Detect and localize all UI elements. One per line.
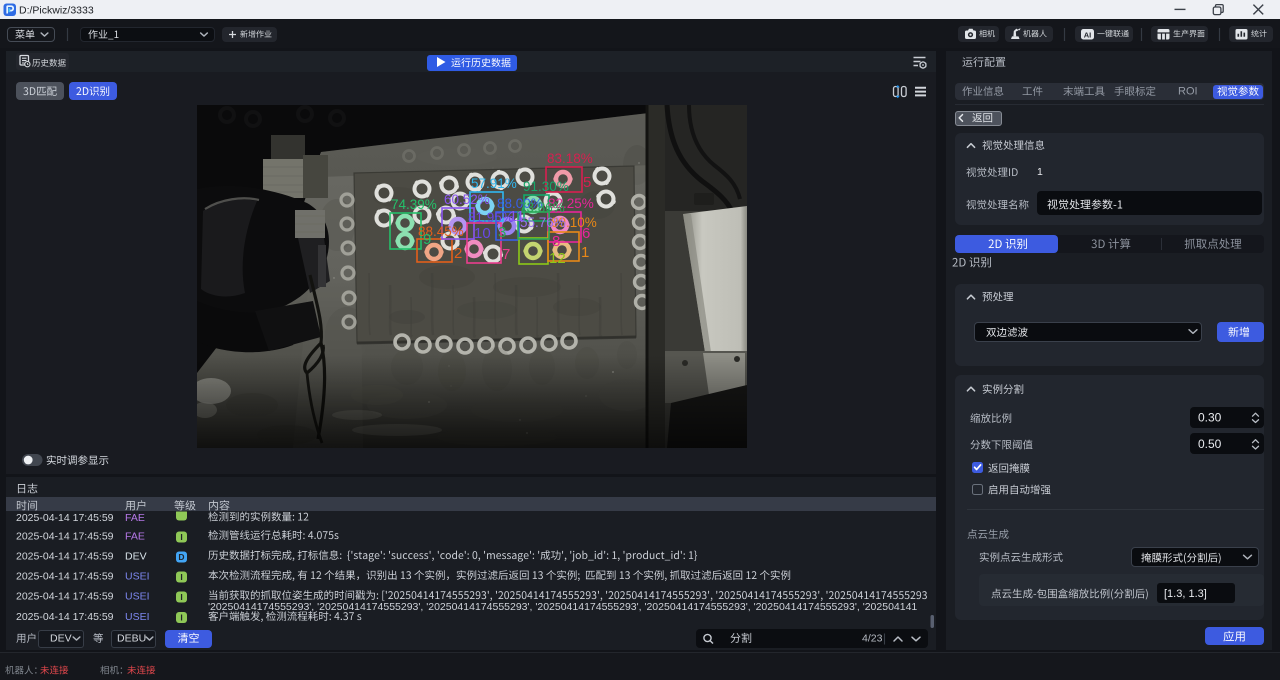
svg-text:2025-04-14 17:45:59: 2025-04-14 17:45:59: [16, 591, 114, 603]
svg-text:4/23: 4/23: [862, 633, 883, 645]
svg-text:2025-04-14 17:45:59: 2025-04-14 17:45:59: [16, 512, 114, 524]
svg-text:USEI: USEI: [125, 611, 150, 623]
svg-text:1: 1: [1037, 166, 1043, 178]
svg-text:[1.3, 1.3]: [1.3, 1.3]: [1164, 588, 1207, 600]
svg-text:AI: AI: [1084, 30, 1092, 39]
svg-text:2025-04-14 17:45:59: 2025-04-14 17:45:59: [16, 571, 114, 583]
svg-text:FAE: FAE: [125, 531, 145, 543]
svg-text:I: I: [180, 592, 182, 602]
svg-text:2025-04-14 17:45:59: 2025-04-14 17:45:59: [16, 531, 114, 543]
svg-text:I: I: [180, 613, 182, 623]
svg-text:DEV: DEV: [125, 551, 147, 563]
svg-text:D:/Pickwiz/3333: D:/Pickwiz/3333: [19, 5, 94, 17]
svg-text:DEV: DEV: [50, 633, 72, 645]
svg-text:USEI: USEI: [125, 571, 150, 583]
svg-text:2025-04-14 17:45:59: 2025-04-14 17:45:59: [16, 551, 114, 563]
svg-text:I: I: [180, 572, 182, 582]
svg-text:I: I: [180, 532, 182, 542]
svg-text:2025-04-14 17:45:59: 2025-04-14 17:45:59: [16, 611, 114, 623]
svg-text:D: D: [178, 552, 184, 562]
svg-text:0.50: 0.50: [1198, 437, 1222, 451]
svg-text:'20250414174555293', '20250414: '20250414174555293', '20250414174555293'…: [208, 601, 917, 613]
svg-text:USEI: USEI: [125, 591, 150, 603]
svg-text:FAE: FAE: [125, 512, 145, 524]
svg-text:0.30: 0.30: [1198, 411, 1222, 425]
svg-text:DEBU: DEBU: [117, 633, 146, 645]
svg-text:ROI: ROI: [1178, 86, 1198, 98]
